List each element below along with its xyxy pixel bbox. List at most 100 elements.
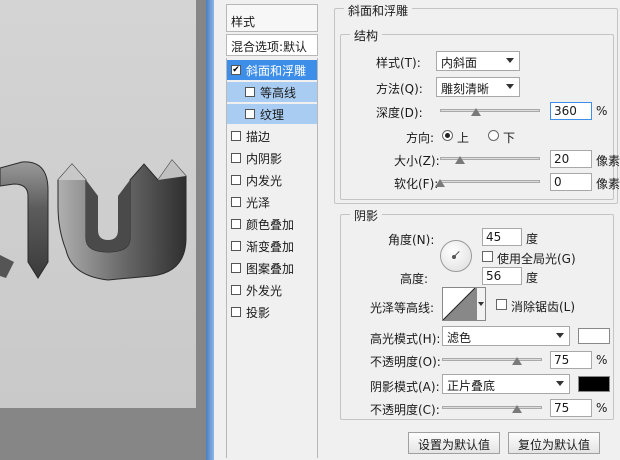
direction-label: 方向:: [406, 131, 435, 145]
style-item-label: 颜色叠加: [246, 217, 295, 232]
depth-value: 360: [554, 104, 577, 118]
checkbox-icon[interactable]: [231, 307, 241, 317]
soften-value: 0: [554, 175, 562, 189]
depth-input[interactable]: 360: [550, 102, 592, 120]
style-item-label: 斜面和浮雕: [246, 63, 307, 78]
make-default-label: 设置为默认值: [417, 438, 490, 452]
shading-title: 阴影: [350, 207, 383, 224]
reset-default-label: 复位为默认值: [517, 438, 590, 452]
altitude-input[interactable]: 56: [482, 267, 522, 285]
gloss-contour-picker[interactable]: [442, 287, 476, 321]
window-edge: [206, 0, 214, 460]
anti-alias-checkbox[interactable]: [496, 299, 507, 310]
structure-title: 结构: [350, 27, 383, 44]
altitude-unit: 度: [526, 271, 539, 285]
size-unit: 像素: [596, 154, 620, 168]
technique-select[interactable]: 雕刻清晰: [436, 77, 520, 97]
highlight-opacity-slider[interactable]: [442, 354, 542, 366]
gloss-contour-dropdown[interactable]: [476, 287, 486, 321]
soften-input[interactable]: 0: [550, 173, 592, 191]
style-item-label: 描边: [246, 129, 271, 144]
blend-options-label: 混合选项:默认: [231, 40, 308, 54]
style-item-label: 等高线: [260, 85, 297, 100]
highlight-opacity-input[interactable]: 75: [550, 351, 592, 369]
direction-down-radio[interactable]: [488, 130, 499, 141]
styles-header[interactable]: 样式: [226, 4, 318, 32]
style-item-label: 内阴影: [246, 151, 283, 166]
style-item-label: 图案叠加: [246, 261, 295, 276]
style-item[interactable]: 投影: [227, 302, 317, 322]
style-select[interactable]: 内斜面: [436, 51, 520, 71]
size-value: 20: [554, 152, 570, 166]
checkbox-icon[interactable]: [231, 219, 241, 229]
highlight-opacity-label: 不透明度(O):: [370, 355, 441, 369]
chevron-down-icon: [556, 381, 564, 386]
direction-up-radio[interactable]: [442, 130, 453, 141]
style-item[interactable]: 图案叠加: [227, 258, 317, 278]
style-item[interactable]: 纹理: [227, 104, 317, 124]
angle-dial[interactable]: [440, 240, 472, 272]
shadow-mode-select[interactable]: 正片叠底: [442, 374, 570, 394]
style-item[interactable]: 描边: [227, 126, 317, 146]
style-item[interactable]: 渐变叠加: [227, 236, 317, 256]
style-items-list: ✔ 斜面和浮雕等高线纹理描边内阴影内发光 光泽颜色叠加渐变叠加图案叠加外发光 投影: [226, 58, 318, 458]
checkbox-icon[interactable]: [245, 109, 255, 119]
checkbox-icon[interactable]: [245, 87, 255, 97]
slider-track: [440, 109, 540, 112]
section-title: 斜面和浮雕: [344, 2, 413, 19]
style-item[interactable]: 等高线: [227, 82, 317, 102]
technique-label: 方法(Q):: [376, 82, 423, 96]
shadow-opacity-slider[interactable]: [442, 402, 542, 414]
shadow-mode-value: 正片叠底: [447, 379, 496, 393]
canvas-preview: [0, 0, 206, 460]
slider-thumb[interactable]: [512, 357, 522, 365]
make-default-button[interactable]: 设置为默认值: [408, 432, 500, 454]
slider-thumb[interactable]: [471, 108, 481, 116]
checkbox-icon[interactable]: [231, 263, 241, 273]
style-item-label: 纹理: [260, 107, 285, 122]
technique-select-value: 雕刻清晰: [441, 82, 490, 96]
style-item[interactable]: 外发光: [227, 280, 317, 300]
shadow-opacity-label: 不透明度(C):: [370, 403, 440, 417]
document-area: [0, 0, 196, 408]
size-label: 大小(Z):: [394, 154, 440, 168]
shadow-color-swatch[interactable]: [578, 376, 610, 392]
style-item[interactable]: 内阴影: [227, 148, 317, 168]
global-light-checkbox[interactable]: [482, 251, 493, 262]
highlight-mode-select[interactable]: 滤色: [442, 326, 570, 346]
chevron-down-icon: [478, 302, 484, 306]
style-label: 样式(T):: [376, 56, 421, 70]
checkbox-icon[interactable]: [231, 153, 241, 163]
style-item[interactable]: ✔ 斜面和浮雕: [227, 60, 317, 80]
slider-thumb[interactable]: [435, 179, 445, 187]
angle-input[interactable]: 45: [482, 228, 522, 246]
shadow-opacity-input[interactable]: 75: [550, 399, 592, 417]
blend-options-item[interactable]: 混合选项:默认: [226, 34, 318, 56]
slider-thumb[interactable]: [512, 405, 522, 413]
size-slider[interactable]: [440, 153, 540, 165]
slider-thumb[interactable]: [455, 156, 465, 164]
style-item[interactable]: 光泽: [227, 192, 317, 212]
soften-slider[interactable]: [435, 176, 540, 188]
checkbox-icon[interactable]: [231, 285, 241, 295]
dial-pointer: [454, 251, 460, 257]
altitude-label: 高度:: [400, 272, 429, 286]
angle-value: 45: [486, 230, 502, 244]
styles-list: 样式 混合选项:默认 ✔ 斜面和浮雕等高线纹理描边内阴影内发光 光泽颜色叠加渐变叠加…: [226, 0, 318, 460]
checkbox-icon[interactable]: [231, 197, 241, 207]
reset-default-button[interactable]: 复位为默认值: [508, 432, 600, 454]
checkbox-icon[interactable]: [231, 241, 241, 251]
style-select-value: 内斜面: [441, 56, 478, 70]
slider-track: [440, 180, 540, 183]
highlight-color-swatch[interactable]: [578, 328, 610, 344]
style-item[interactable]: 内发光: [227, 170, 317, 190]
style-item[interactable]: 颜色叠加: [227, 214, 317, 234]
checkbox-checked-icon[interactable]: ✔: [231, 65, 241, 75]
depth-label: 深度(D):: [376, 106, 423, 120]
size-input[interactable]: 20: [550, 150, 592, 168]
anti-alias-label: 消除锯齿(L): [511, 300, 576, 314]
depth-unit: %: [596, 104, 608, 118]
depth-slider[interactable]: [440, 105, 540, 117]
checkbox-icon[interactable]: [231, 175, 241, 185]
checkbox-icon[interactable]: [231, 131, 241, 141]
